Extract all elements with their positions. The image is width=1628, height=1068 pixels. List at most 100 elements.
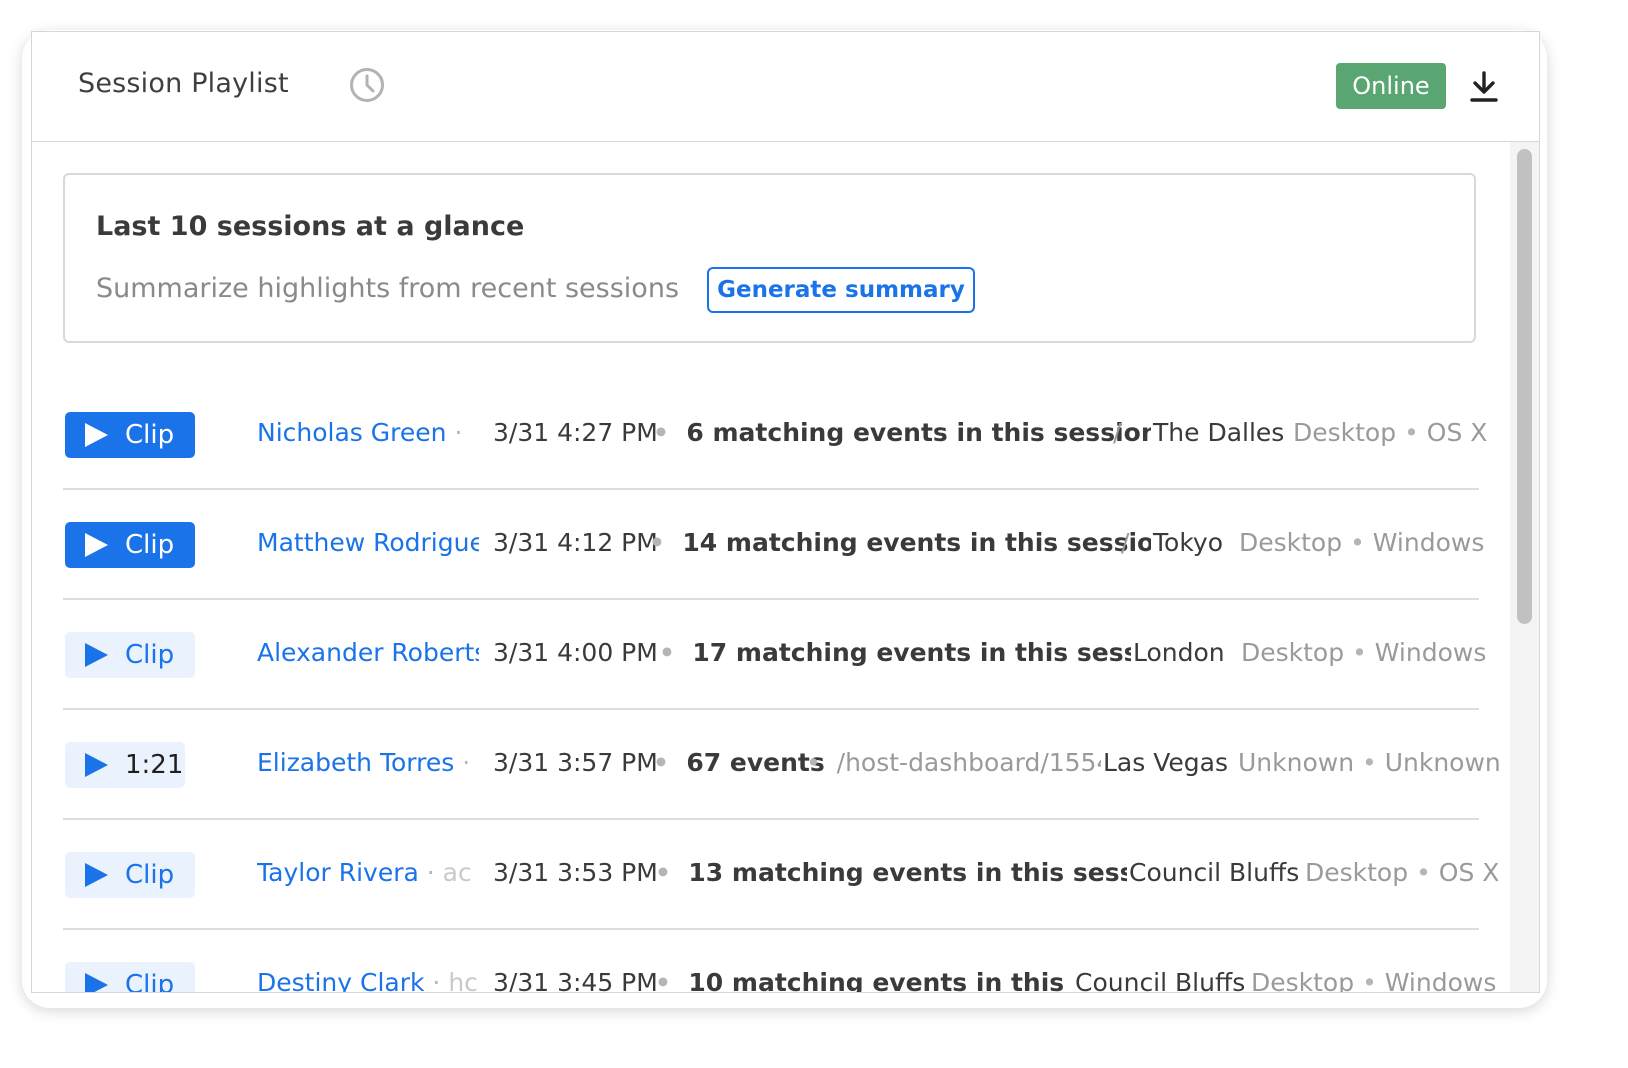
user-name-text: Elizabeth Torres — [257, 748, 455, 777]
session-device: Unknown • Unknown — [1238, 748, 1501, 777]
generate-summary-button[interactable]: Generate summary — [707, 267, 975, 313]
os-text: OS X — [1438, 858, 1500, 887]
session-user-link[interactable]: Destiny Clark · hc — [257, 968, 479, 992]
play-button-label: 1:21 — [125, 750, 184, 780]
device-text: Unknown — [1238, 748, 1355, 777]
play-icon — [85, 533, 108, 557]
device-text: Desktop — [1251, 968, 1355, 992]
session-events: • 17 matching events in this session • — [659, 638, 1205, 667]
separator-dot: · — [432, 968, 441, 992]
device-text: Desktop — [1239, 528, 1343, 557]
session-date: 3/31 3:57 PM — [493, 748, 658, 777]
separator-dot: · — [426, 858, 435, 887]
summary-description: Summarize highlights from recent session… — [96, 273, 680, 304]
session-row[interactable]: Clip Destiny Clark · hc 3/31 3:45 PM • 1… — [63, 930, 1496, 992]
separator-dot: • — [1350, 528, 1365, 557]
user-name-text: Matthew Rodriguez — [257, 528, 479, 557]
session-events: • 14 matching events in this session • — [649, 528, 1195, 557]
separator-dot: • — [655, 858, 671, 887]
separator-dot: • — [1404, 418, 1419, 447]
online-status-badge: Online — [1336, 63, 1446, 109]
play-button-label: Clip — [125, 420, 175, 450]
play-button-label: Clip — [125, 970, 175, 992]
separator-dot: · — [454, 418, 463, 447]
summary-title: Last 10 sessions at a glance — [96, 211, 525, 242]
play-button-label: Clip — [125, 640, 175, 670]
session-date: 3/31 4:12 PM — [493, 528, 658, 557]
os-text: OS X — [1426, 418, 1488, 447]
separator-dot: • — [653, 418, 669, 447]
device-text: Desktop — [1293, 418, 1397, 447]
separator-dot: • — [1362, 748, 1377, 777]
user-name-text: Alexander Roberts — [257, 638, 479, 667]
session-device: Desktop • Windows — [1241, 638, 1486, 667]
session-user-link[interactable]: Taylor Rivera · ac — [257, 858, 479, 887]
session-user-link[interactable]: Alexander Roberts — [257, 638, 479, 667]
separator-dot: • — [806, 748, 821, 777]
session-city: Council Bluffs — [1127, 858, 1300, 887]
separator-dot: • — [1352, 638, 1367, 667]
play-icon — [85, 753, 108, 777]
session-date: 3/31 4:27 PM — [493, 418, 658, 447]
events-text: 17 matching events in this session — [692, 638, 1183, 667]
separator-dot: • — [649, 528, 665, 557]
user-name-text: Nicholas Green — [257, 418, 447, 447]
panel-header: Session Playlist Online — [32, 32, 1539, 142]
session-device: Desktop • Windows — [1251, 968, 1496, 992]
clock-icon[interactable] — [349, 67, 385, 103]
play-icon — [85, 643, 108, 667]
play-icon — [85, 973, 108, 992]
events-text: 67 events — [686, 748, 825, 777]
separator-dot: • — [655, 968, 671, 992]
play-clip-button[interactable]: Clip — [65, 522, 195, 568]
download-icon[interactable] — [1469, 70, 1499, 104]
session-row[interactable]: Clip Matthew Rodriguez 3/31 4:12 PM • 14… — [63, 490, 1484, 600]
separator-dot: • — [1416, 858, 1431, 887]
session-city: Council Bluffs — [1073, 968, 1246, 992]
play-button-label: Clip — [125, 530, 175, 560]
user-extra-text: hc — [448, 968, 478, 992]
session-list-scroll-area[interactable]: Last 10 sessions at a glance Summarize h… — [32, 142, 1539, 992]
separator-dot: • — [1362, 968, 1377, 992]
session-city: Las Vegas — [1101, 748, 1228, 777]
session-path: / — [1121, 528, 1130, 557]
events-text: 6 matching events in this session — [686, 418, 1159, 447]
scrollbar-thumb[interactable] — [1517, 149, 1532, 624]
os-text: Unknown — [1384, 748, 1501, 777]
session-city: Tokyo — [1151, 528, 1223, 557]
session-row[interactable]: 1:21 Elizabeth Torres · 3/31 3:57 PM • 6… — [63, 710, 1501, 820]
play-clip-button[interactable]: Clip — [65, 632, 195, 678]
session-user-link[interactable]: Matthew Rodriguez — [257, 528, 479, 557]
session-events: • 67 events — [653, 748, 825, 777]
session-city: London — [1131, 638, 1225, 667]
play-clip-button[interactable]: Clip — [65, 962, 195, 992]
user-extra-text: ac — [442, 858, 472, 887]
summary-card: Last 10 sessions at a glance Summarize h… — [63, 173, 1476, 343]
session-row[interactable]: Clip Taylor Rivera · ac 3/31 3:53 PM • 1… — [63, 820, 1499, 930]
session-device: Desktop • OS X — [1293, 418, 1487, 447]
os-text: Windows — [1384, 968, 1497, 992]
events-text: 13 matching events in this session — [688, 858, 1179, 887]
play-duration-button[interactable]: 1:21 — [65, 742, 185, 788]
play-clip-button[interactable]: Clip — [65, 852, 195, 898]
session-row[interactable]: Clip Alexander Roberts 3/31 4:00 PM • 17… — [63, 600, 1486, 710]
separator-dot: • — [659, 638, 675, 667]
session-user-link[interactable]: Nicholas Green · — [257, 418, 479, 447]
panel-title: Session Playlist — [78, 68, 289, 99]
session-row[interactable]: Clip Nicholas Green · 3/31 4:27 PM • 6 m… — [63, 380, 1487, 490]
session-date: 3/31 3:53 PM — [493, 858, 658, 887]
session-date: 3/31 3:45 PM — [493, 968, 658, 992]
device-text: Desktop — [1241, 638, 1345, 667]
play-icon — [85, 423, 108, 447]
events-text: 14 matching events in this session — [682, 528, 1173, 557]
session-user-link[interactable]: Elizabeth Torres · — [257, 748, 479, 777]
session-events: • 6 matching events in this session • — [653, 418, 1182, 447]
play-clip-button[interactable]: Clip — [65, 412, 195, 458]
device-text: Desktop — [1305, 858, 1409, 887]
session-path: / — [1113, 418, 1122, 447]
os-text: Windows — [1374, 638, 1487, 667]
session-playlist-panel: Session Playlist Online Last 10 sessions… — [31, 31, 1540, 993]
session-device: Desktop • Windows — [1239, 528, 1484, 557]
session-device: Desktop • OS X — [1305, 858, 1499, 887]
session-date: 3/31 4:00 PM — [493, 638, 658, 667]
